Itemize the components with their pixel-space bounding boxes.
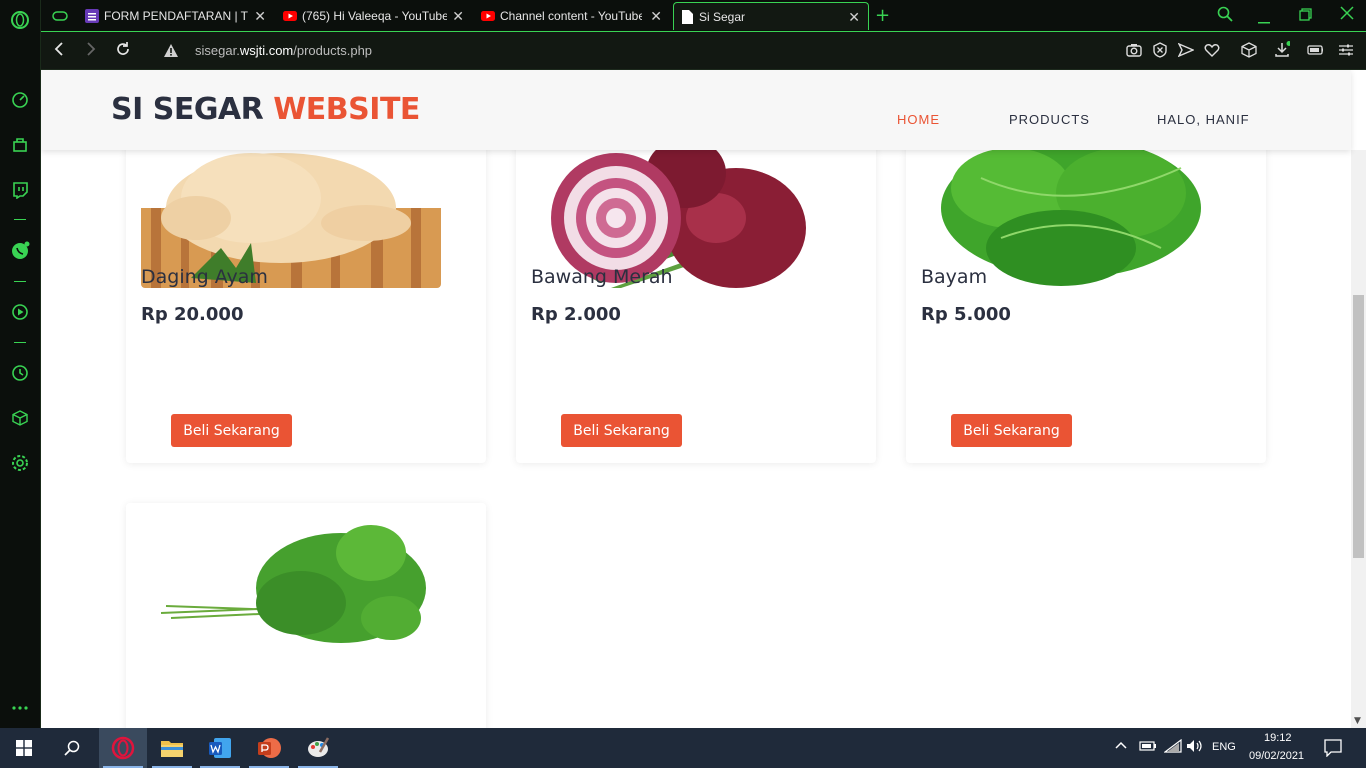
site-header: SI SEGAR WEBSITE HOME PRODUCTS HALO, HAN… [41,70,1351,150]
product-name: Daging Ayam [141,266,268,288]
easy-setup-sliders-icon[interactable] [1338,42,1354,58]
extensions-box-icon[interactable] [1241,42,1257,58]
youtube-icon [481,9,495,23]
minimize-icon[interactable] [1258,12,1270,28]
nav-home[interactable]: HOME [897,112,940,127]
search-tabs-icon[interactable] [1217,6,1233,26]
document-icon [680,9,694,24]
search-icon[interactable] [48,728,96,768]
bookmark-heart-icon[interactable] [1204,42,1220,58]
url-field[interactable]: sisegar.wsjti.com/products.php [195,43,372,58]
close-tab-icon[interactable]: ✕ [650,8,662,25]
clock-date[interactable]: 09/02/2021 [1249,750,1304,762]
buy-now-button[interactable]: Beli Sekarang [561,414,682,447]
close-window-icon[interactable] [1340,6,1354,24]
page-viewport: Daging Ayam Rp 20.000 Beli Sekarang Bawa… [41,70,1366,728]
battery-saver-icon[interactable] [1307,42,1323,58]
battery-icon[interactable] [1139,741,1157,754]
product-card [126,503,486,728]
page-scrollbar[interactable]: ▼ [1351,150,1366,728]
site-logo[interactable]: SI SEGAR WEBSITE [111,92,420,127]
windows-taskbar: ENG 19:12 09/02/2021 [0,728,1366,768]
sidebar-divider [14,281,26,282]
back-arrow-icon[interactable] [53,41,65,61]
product-image-greens [141,518,441,668]
taskbar-word-icon[interactable] [196,728,244,768]
product-price: Rp 20.000 [141,304,244,325]
settings-gear-icon[interactable] [10,453,30,473]
history-clock-icon[interactable] [10,363,30,383]
player-icon[interactable] [10,302,30,322]
taskbar-powerpoint-icon[interactable] [245,728,293,768]
send-arrow-icon[interactable] [1178,42,1194,58]
address-bar: sisegar.wsjti.com/products.php [41,31,1366,70]
more-dots-icon[interactable] [10,698,30,718]
tab-title: (765) Hi Valeeqa - YouTube [302,9,447,23]
new-tab-plus-icon[interactable]: + [875,5,890,26]
youtube-icon [283,9,297,23]
sidebar-divider [14,219,26,220]
twitch-icon[interactable] [10,180,30,200]
opera-logo-icon[interactable] [10,10,30,30]
not-secure-warning-icon[interactable] [163,43,179,62]
extensions-cube-icon[interactable] [10,408,30,428]
input-language[interactable]: ENG [1212,741,1236,753]
sidebar-divider [14,342,26,343]
product-name: Bawang Merah [531,266,673,288]
close-tab-icon[interactable]: ✕ [848,9,860,26]
reload-icon[interactable] [115,41,131,61]
snapshot-camera-icon[interactable] [1126,42,1142,58]
tab-form-pendaftaran[interactable]: FORM PENDAFTARAN | TIF ✕ [79,2,274,30]
taskbar-file-explorer-icon[interactable] [148,728,196,768]
forms-icon [85,9,99,23]
tab-channel-content[interactable]: Channel content - YouTube ✕ [475,2,670,30]
url-domain: wsjti.com [239,43,294,58]
tab-si-segar[interactable]: Si Segar ✕ [673,2,869,30]
nav-products[interactable]: PRODUCTS [1009,112,1090,127]
whatsapp-icon[interactable] [10,241,30,261]
tab-title: Channel content - YouTube [500,9,642,23]
product-price: Rp 2.000 [531,304,621,325]
tab-hi-valeeqa[interactable]: (765) Hi Valeeqa - YouTube ✕ [277,2,472,30]
download-icon[interactable] [1274,41,1290,58]
logo-accent: WEBSITE [273,92,420,127]
tab-bar: FORM PENDAFTARAN | TIF ✕ (765) Hi Valeeq… [41,0,1366,31]
buy-now-button[interactable]: Beli Sekarang [951,414,1072,447]
taskbar-opera-gx-icon[interactable] [99,728,147,768]
show-hidden-icons-chevron-icon[interactable] [1114,740,1128,753]
adblock-shield-icon[interactable] [1152,42,1168,58]
close-tab-icon[interactable]: ✕ [254,8,266,25]
restore-icon[interactable] [1299,8,1312,25]
browser-sidebar [0,0,41,728]
taskbar-paint-icon[interactable] [294,728,342,768]
shopping-bag-icon[interactable] [10,135,30,155]
tab-title: Si Segar [699,9,746,24]
speed-dial-icon[interactable] [10,90,30,110]
nav-user-greeting[interactable]: HALO, HANIF [1157,112,1250,127]
buy-now-button[interactable]: Beli Sekarang [171,414,292,447]
product-name: Bayam [921,266,988,288]
gx-control-icon[interactable] [46,2,76,30]
forward-arrow-icon[interactable] [85,41,97,61]
windows-start-icon[interactable] [0,728,48,768]
scrollbar-thumb[interactable] [1353,295,1364,558]
product-price: Rp 5.000 [921,304,1011,325]
volume-speaker-icon[interactable] [1186,739,1204,756]
clock-time[interactable]: 19:12 [1264,732,1292,744]
tab-title: FORM PENDAFTARAN | TIF [104,9,249,23]
action-center-notification-icon[interactable] [1324,739,1342,760]
scroll-down-arrow-icon[interactable]: ▼ [1354,716,1361,726]
close-tab-icon[interactable]: ✕ [452,8,464,25]
wifi-icon[interactable] [1163,738,1182,756]
